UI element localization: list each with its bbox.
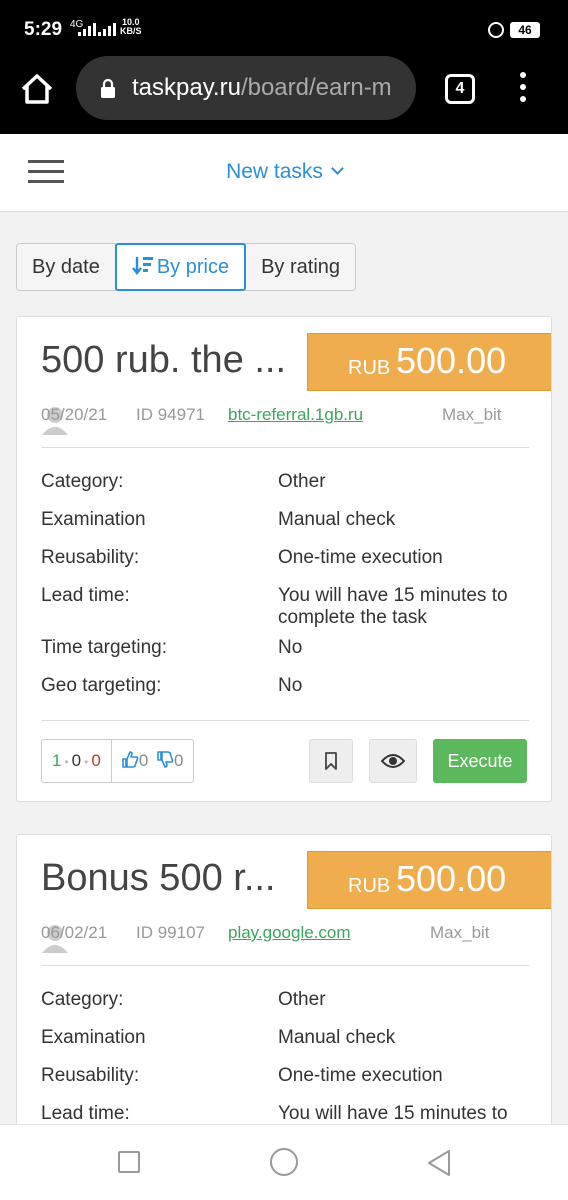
price-badge: RUB 500.00	[307, 851, 551, 909]
signal-icon-2	[98, 20, 116, 36]
card-footer: 1 • 0 • 0 0 0 Execute	[41, 739, 531, 785]
stat-pending: 0	[71, 751, 82, 770]
divider	[41, 447, 529, 448]
back-icon[interactable]	[426, 1149, 452, 1177]
bookmark-icon	[325, 752, 337, 770]
tab-switcher-button[interactable]: 4	[445, 74, 475, 104]
execution-stats: 1 • 0 • 0	[42, 740, 112, 782]
task-date: 06/02/21	[41, 923, 108, 942]
price-currency: RUB	[348, 875, 391, 897]
reusability-label: Reusability:	[41, 1065, 140, 1086]
nav-title-label: New tasks	[226, 160, 323, 183]
examination-value: Manual check	[278, 509, 396, 530]
dislikes-count: 0	[174, 751, 184, 770]
url-path: /board/earn-m	[240, 74, 392, 101]
home-icon[interactable]	[20, 72, 54, 106]
examination-label: Examination	[41, 509, 146, 530]
price-amount: 500.00	[396, 858, 507, 899]
address-bar[interactable]: taskpay.ru/board/earn-m	[76, 56, 416, 120]
stat-rejected: 0	[91, 751, 101, 770]
task-counters: 1 • 0 • 0 0 0	[41, 739, 195, 783]
status-bar: 5:29 4G 10.0 KB/S 46	[0, 0, 568, 44]
clock: 5:29	[24, 19, 63, 40]
reusability-value: One-time execution	[278, 1065, 443, 1086]
price-currency: RUB	[348, 357, 391, 379]
rotation-lock-icon	[488, 22, 504, 38]
hide-task-button[interactable]	[369, 739, 417, 783]
task-id: ID 94971	[136, 405, 205, 424]
task-domain-link[interactable]: play.google.com	[228, 923, 351, 943]
task-date: 05/20/21	[41, 405, 108, 424]
eye-icon	[381, 754, 405, 768]
examination-label: Examination	[41, 1027, 146, 1048]
task-domain-link[interactable]: btc-referral.1gb.ru	[228, 405, 363, 425]
geo-targeting-label: Geo targeting:	[41, 675, 162, 696]
chevron-down-icon	[331, 162, 344, 175]
site-header: New tasks	[0, 134, 568, 212]
task-meta: 06/02/21 ID 99107 play.google.com Max_bi…	[41, 923, 529, 953]
lock-icon	[101, 78, 115, 98]
sort-button-group: By date By price By rating	[16, 243, 357, 291]
speed-unit: KB/S	[120, 26, 142, 36]
sort-by-price-button[interactable]: By price	[114, 243, 247, 291]
task-author[interactable]: Max_bit	[442, 405, 502, 425]
sort-by-price-label: By price	[156, 256, 230, 278]
system-navigation-bar	[0, 1124, 568, 1200]
reusability-value: One-time execution	[278, 547, 443, 568]
signal-icon	[78, 20, 96, 36]
url-text: taskpay.ru/board/earn-m	[132, 74, 392, 102]
recent-apps-icon[interactable]	[118, 1151, 140, 1173]
network-speed: 10.0 KB/S	[120, 18, 142, 36]
category-value: Other	[278, 989, 326, 1010]
execute-button[interactable]: Execute	[433, 739, 527, 783]
thumbs-down-icon[interactable]	[157, 751, 174, 768]
price-badge: RUB 500.00	[307, 333, 551, 391]
bookmark-button[interactable]	[309, 739, 353, 783]
sort-by-date-button[interactable]: By date	[16, 243, 116, 291]
time-targeting-value: No	[278, 637, 303, 658]
sort-by-rating-button[interactable]: By rating	[245, 243, 357, 291]
browser-menu-icon[interactable]	[516, 72, 530, 106]
sort-descending-icon	[131, 257, 153, 275]
examination-value: Manual check	[278, 1027, 396, 1048]
divider	[41, 720, 529, 721]
category-value: Other	[278, 471, 326, 492]
lead-time-label: Lead time:	[41, 585, 130, 606]
stat-completed: 1	[52, 751, 62, 770]
reusability-label: Reusability:	[41, 547, 140, 568]
geo-targeting-value: No	[278, 675, 303, 696]
task-card: 500 rub. the ... RUB 500.00 05/20/21 ID …	[16, 316, 552, 802]
divider	[41, 965, 529, 966]
category-label: Category:	[41, 989, 124, 1010]
battery-icon: 46	[510, 22, 540, 38]
likes-count: 0	[138, 751, 149, 770]
price-amount: 500.00	[396, 340, 507, 381]
category-label: Category:	[41, 471, 124, 492]
lead-time-label: Lead time:	[41, 1103, 130, 1124]
task-meta: 05/20/21 ID 94971 btc-referral.1gb.ru Ma…	[41, 405, 529, 435]
home-nav-icon[interactable]	[270, 1148, 298, 1176]
task-id: ID 99107	[136, 923, 205, 942]
lead-time-value: You will have 15 minutes to complete the…	[278, 585, 508, 628]
thumbs-up-icon[interactable]	[122, 751, 139, 768]
task-title[interactable]: Bonus 500 r...	[41, 857, 303, 900]
task-author[interactable]: Max_bit	[430, 923, 490, 943]
task-card: Bonus 500 r... RUB 500.00 06/02/21 ID 99…	[16, 834, 552, 1134]
task-filter-dropdown[interactable]: New tasks	[0, 160, 568, 184]
lead-time-value: You will have 15 minutes to	[278, 1103, 508, 1124]
url-domain: taskpay.ru	[132, 74, 241, 101]
task-title[interactable]: 500 rub. the ...	[41, 339, 303, 382]
time-targeting-label: Time targeting:	[41, 637, 168, 658]
rating-stats: 0 0	[112, 740, 194, 782]
browser-toolbar: taskpay.ru/board/earn-m 4	[0, 44, 568, 134]
